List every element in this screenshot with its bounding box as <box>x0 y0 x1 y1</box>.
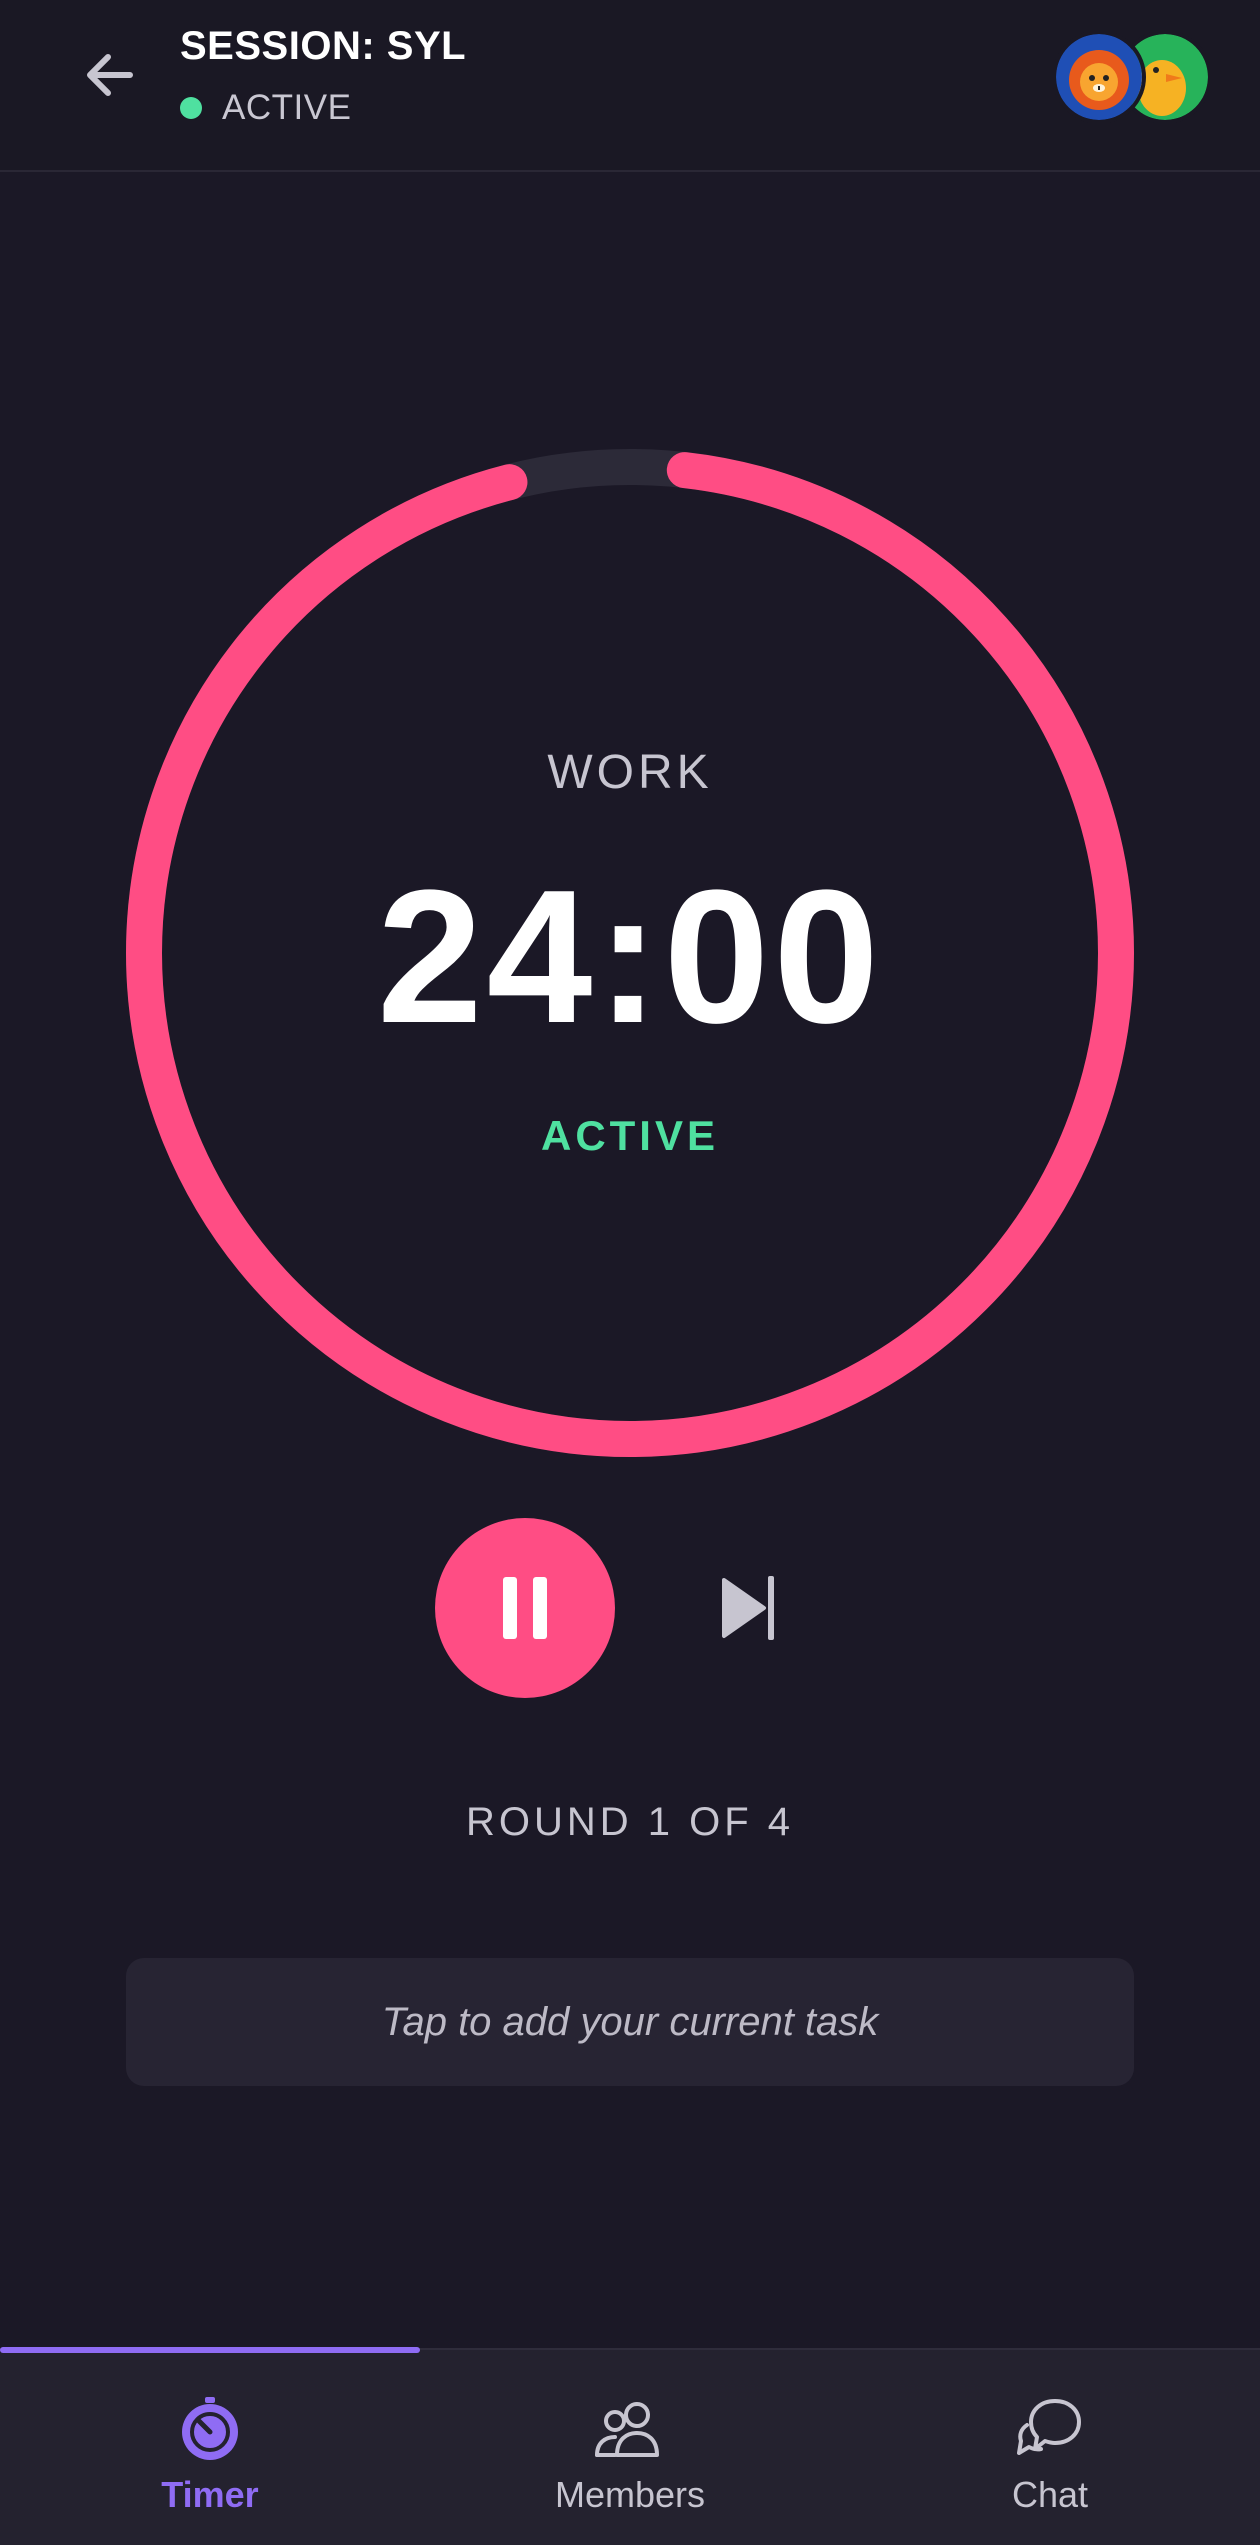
pause-icon <box>503 1577 547 1639</box>
session-status: ACTIVE <box>180 88 351 128</box>
tab-chat[interactable]: Chat <box>840 2350 1260 2545</box>
time-display: 24:00 <box>377 851 883 1063</box>
tab-timer-label: Timer <box>161 2474 259 2515</box>
tab-members-label: Members <box>554 2474 706 2515</box>
tab-members[interactable]: Members <box>420 2350 840 2545</box>
header: SESSION: SYL ACTIVE <box>0 0 1260 172</box>
chat-icon <box>1012 2392 1088 2468</box>
status-dot <box>180 97 202 119</box>
session-title: SESSION: SYL <box>180 24 467 68</box>
bottom-nav: Timer Members Chat <box>0 2347 1260 2545</box>
task-placeholder: Tap to add your current task <box>381 1999 879 2044</box>
phase-label: WORK <box>547 746 713 799</box>
arrow-left-icon <box>87 54 133 96</box>
skip-next-icon <box>722 1576 774 1640</box>
tab-timer[interactable]: Timer <box>0 2350 420 2545</box>
status-text: ACTIVE <box>222 88 352 127</box>
lion-avatar <box>1052 30 1146 124</box>
current-task-input[interactable]: Tap to add your current task <box>126 1958 1134 2086</box>
member-avatars[interactable] <box>1052 30 1212 124</box>
pause-button[interactable] <box>435 1518 615 1698</box>
members-icon <box>592 2392 668 2468</box>
round-label: ROUND 1 OF 4 <box>465 1800 795 1844</box>
tab-chat-label: Chat <box>1011 2474 1089 2515</box>
timer-state: ACTIVE <box>540 1112 719 1159</box>
timer-icon <box>172 2392 248 2468</box>
back-button[interactable] <box>70 40 150 110</box>
skip-button[interactable] <box>710 1568 790 1648</box>
